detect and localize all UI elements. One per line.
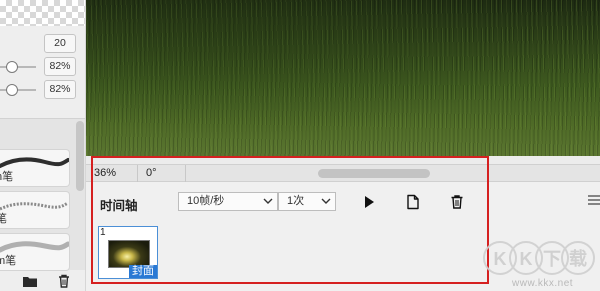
brush-label: 笔 — [0, 210, 7, 226]
zoom-level[interactable]: 36% — [86, 165, 138, 182]
cover-badge: 封面 — [129, 265, 157, 278]
canvas-horizontal-scrollbar[interactable] — [318, 169, 430, 178]
play-icon[interactable] — [360, 193, 378, 211]
delete-frame-icon[interactable] — [448, 193, 466, 211]
frame-thumbnail — [108, 240, 150, 268]
brush-size-row: 20 — [0, 34, 76, 54]
brush-panel: 20 82% 82% n笔 笔 m笔 — [0, 0, 86, 291]
frame-number: 1 — [100, 227, 106, 238]
opacity-field[interactable]: 82% — [44, 57, 76, 76]
brush-item[interactable]: 笔 — [0, 191, 70, 229]
canvas-image[interactable] — [86, 0, 600, 156]
brush-item[interactable]: n笔 — [0, 149, 70, 187]
trash-icon[interactable] — [56, 273, 72, 289]
brush-size-field[interactable]: 20 — [44, 34, 76, 53]
flow-slider-knob[interactable] — [6, 84, 18, 96]
brush-label: m笔 — [0, 255, 17, 267]
rotation-angle[interactable]: 0° — [138, 165, 186, 182]
new-frame-icon[interactable] — [404, 193, 422, 211]
chevron-down-icon — [321, 198, 331, 204]
flow-field[interactable]: 82% — [44, 80, 76, 99]
status-bar: 36% 0° — [86, 164, 600, 182]
brush-list: n笔 笔 m笔 — [0, 118, 85, 271]
timeline-title: 时间轴 — [100, 199, 138, 213]
brush-label: n笔 — [0, 171, 14, 183]
opacity-slider-knob[interactable] — [6, 61, 18, 73]
fps-select[interactable]: 10帧/秒 — [178, 192, 278, 211]
timeline-frame[interactable]: 1 封面 — [98, 226, 158, 279]
brush-opacity-row: 82% — [0, 57, 76, 77]
folder-icon[interactable] — [22, 273, 38, 289]
color-swatch-transparent[interactable] — [0, 0, 85, 26]
chevron-down-icon — [263, 198, 273, 204]
brush-list-scrollbar[interactable] — [76, 121, 84, 191]
timeline-panel: 时间轴 10帧/秒 1次 1 封面 — [86, 182, 600, 291]
watermark-url: www.kkx.net — [512, 278, 574, 289]
fps-select-value: 10帧/秒 — [187, 195, 225, 207]
menu-icon[interactable] — [588, 195, 600, 205]
loop-select[interactable]: 1次 — [278, 192, 336, 211]
brush-panel-toolbar — [0, 270, 85, 291]
loop-select-value: 1次 — [287, 195, 305, 207]
brush-flow-row: 82% — [0, 80, 76, 100]
brush-item[interactable]: m笔 — [0, 233, 70, 271]
brush-stroke-preview — [0, 201, 69, 211]
